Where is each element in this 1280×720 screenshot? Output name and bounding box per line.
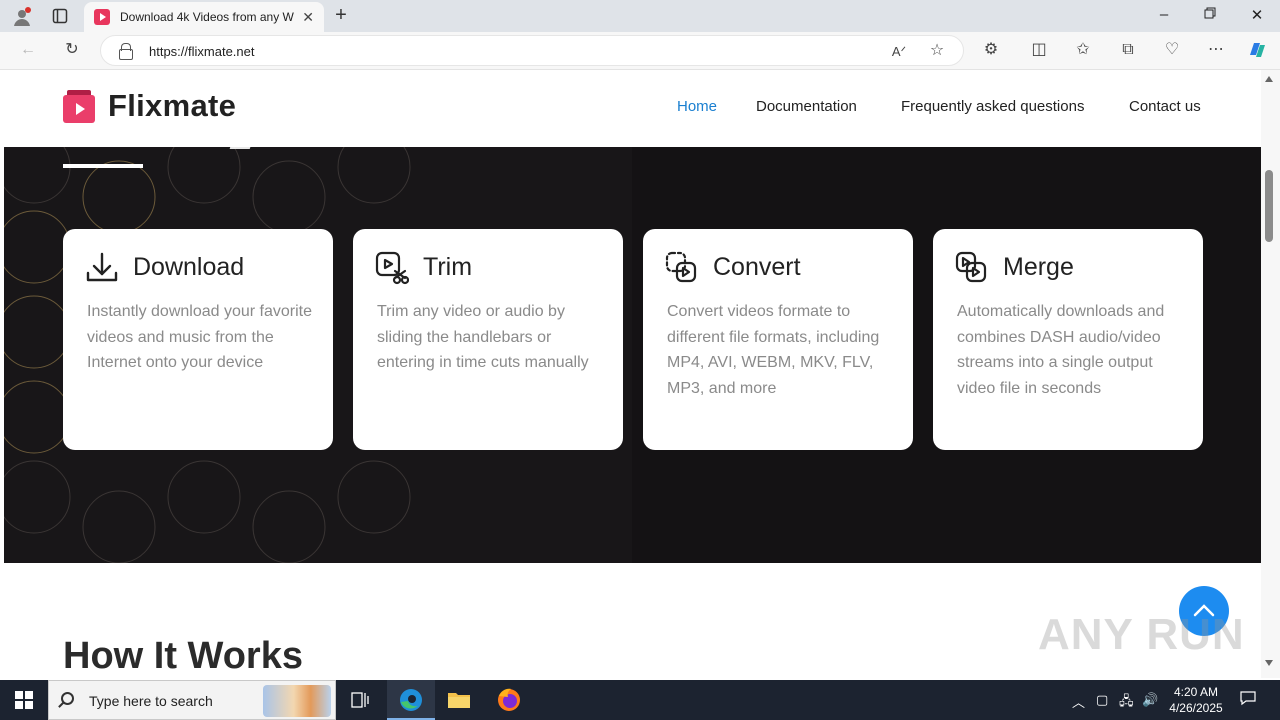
address-url[interactable]: https://flixmate.net: [149, 44, 255, 59]
brand-name[interactable]: Flixmate: [108, 88, 236, 124]
file-explorer-icon[interactable]: [435, 680, 483, 720]
flixmate-favicon-icon: [94, 9, 110, 25]
minimize-icon[interactable]: –: [1154, 6, 1174, 23]
device-icon[interactable]: ▢: [1096, 692, 1108, 708]
favorite-star-icon[interactable]: ☆: [927, 41, 947, 61]
download-icon: [85, 251, 119, 285]
read-aloud-icon[interactable]: Aᐟ: [889, 42, 909, 62]
tab-actions-icon[interactable]: [52, 8, 68, 24]
extensions-icon[interactable]: ⚙: [981, 40, 1001, 60]
edge-taskbar-icon[interactable]: [387, 680, 435, 720]
convert-icon: [665, 251, 699, 285]
feature-description: Instantly download your favorite videos …: [87, 303, 313, 372]
nav-documentation[interactable]: Documentation: [756, 98, 857, 115]
firefox-icon[interactable]: [485, 680, 533, 720]
collections-icon[interactable]: ⧉: [1118, 40, 1138, 60]
profile-icon[interactable]: [12, 7, 32, 27]
clock-date: 4/26/2025: [1169, 701, 1223, 715]
split-screen-icon[interactable]: ◫: [1029, 40, 1049, 60]
clock-time: 4:20 AM: [1173, 685, 1219, 699]
taskbar-clock[interactable]: 4:20 AM 4/26/2025: [1164, 684, 1228, 716]
feature-title: Merge: [1003, 253, 1074, 281]
windows-taskbar: Type here to search ︿ ▢ 🖧 🔊 4:20 AM 4/26…: [0, 680, 1280, 720]
favorites-icon[interactable]: ✩: [1073, 40, 1093, 60]
address-bar[interactable]: https://flixmate.net Aᐟ ☆: [100, 35, 964, 66]
restore-icon[interactable]: [1200, 6, 1220, 23]
tab-title: Download 4k Videos from any W: [120, 10, 294, 24]
search-icon: [61, 692, 74, 705]
notifications-icon[interactable]: [1240, 690, 1256, 709]
lock-icon[interactable]: [119, 43, 133, 60]
more-options-icon[interactable]: ⋯: [1206, 40, 1226, 60]
windows-start-icon[interactable]: [15, 691, 33, 709]
feature-card-merge: Merge Automatically downloads and combin…: [933, 229, 1203, 450]
feature-title: Convert: [713, 253, 801, 281]
flixmate-logo-icon[interactable]: [63, 90, 95, 123]
page-viewport: Flixmate Home Documentation Frequently a…: [4, 70, 1261, 678]
taskbar-search-box[interactable]: Type here to search: [48, 680, 336, 720]
taskbar-search-placeholder[interactable]: Type here to search: [89, 693, 213, 709]
feature-card-trim: Trim Trim any video or audio by sliding …: [353, 229, 623, 450]
feature-card-download: Download Instantly download your favorit…: [63, 229, 333, 450]
volume-icon[interactable]: 🔊: [1142, 692, 1158, 708]
anyrun-watermark: ANY RUN: [1038, 610, 1245, 659]
scrollbar-thumb[interactable]: [1265, 170, 1273, 242]
feature-card-convert: Convert Convert videos formate to differ…: [643, 229, 913, 450]
nav-contact[interactable]: Contact us: [1129, 98, 1201, 115]
merge-icon: [955, 251, 989, 285]
browser-toolbar: ← ↻ https://flixmate.net Aᐟ ☆ ⚙ ◫ ✩ ⧉ ♡ …: [0, 32, 1280, 70]
performance-icon[interactable]: ♡: [1162, 40, 1182, 60]
close-window-icon[interactable]: ✕: [1247, 6, 1267, 24]
site-header: Flixmate Home Documentation Frequently a…: [4, 70, 1261, 147]
features-section: Download Instantly download your favorit…: [4, 147, 1261, 563]
feature-description: Trim any video or audio by sliding the h…: [377, 303, 589, 372]
close-tab-icon[interactable]: ✕: [302, 9, 314, 26]
show-hidden-icons-icon[interactable]: ︿: [1072, 692, 1085, 711]
scroll-down-arrow-icon[interactable]: [1265, 660, 1273, 666]
search-highlight-image: [263, 685, 331, 717]
active-tab[interactable]: Download 4k Videos from any W ✕: [84, 2, 324, 32]
heading-underline: [63, 164, 143, 168]
network-icon[interactable]: 🖧: [1119, 692, 1134, 714]
screen: Download 4k Videos from any W ✕ + – ✕ ← …: [0, 0, 1280, 720]
page-scrollbar[interactable]: [1261, 70, 1280, 678]
browser-tab-strip: Download 4k Videos from any W ✕ + – ✕: [0, 0, 1280, 32]
feature-description: Convert videos formate to different file…: [667, 303, 880, 397]
nav-home[interactable]: Home: [677, 98, 717, 115]
back-icon[interactable]: ←: [18, 40, 38, 60]
copilot-icon[interactable]: [1246, 39, 1266, 67]
refresh-icon[interactable]: ↻: [62, 40, 82, 60]
nav-faq[interactable]: Frequently asked questions: [901, 98, 1084, 115]
new-tab-icon[interactable]: +: [332, 5, 350, 25]
feature-description: Automatically downloads and combines DAS…: [957, 303, 1165, 397]
scroll-up-arrow-icon[interactable]: [1265, 76, 1273, 82]
how-it-works-heading: How It Works: [63, 635, 303, 677]
task-view-icon[interactable]: [336, 680, 384, 720]
feature-title: Download: [133, 253, 245, 281]
trim-icon: [375, 251, 410, 285]
feature-title: Trim: [423, 253, 473, 281]
